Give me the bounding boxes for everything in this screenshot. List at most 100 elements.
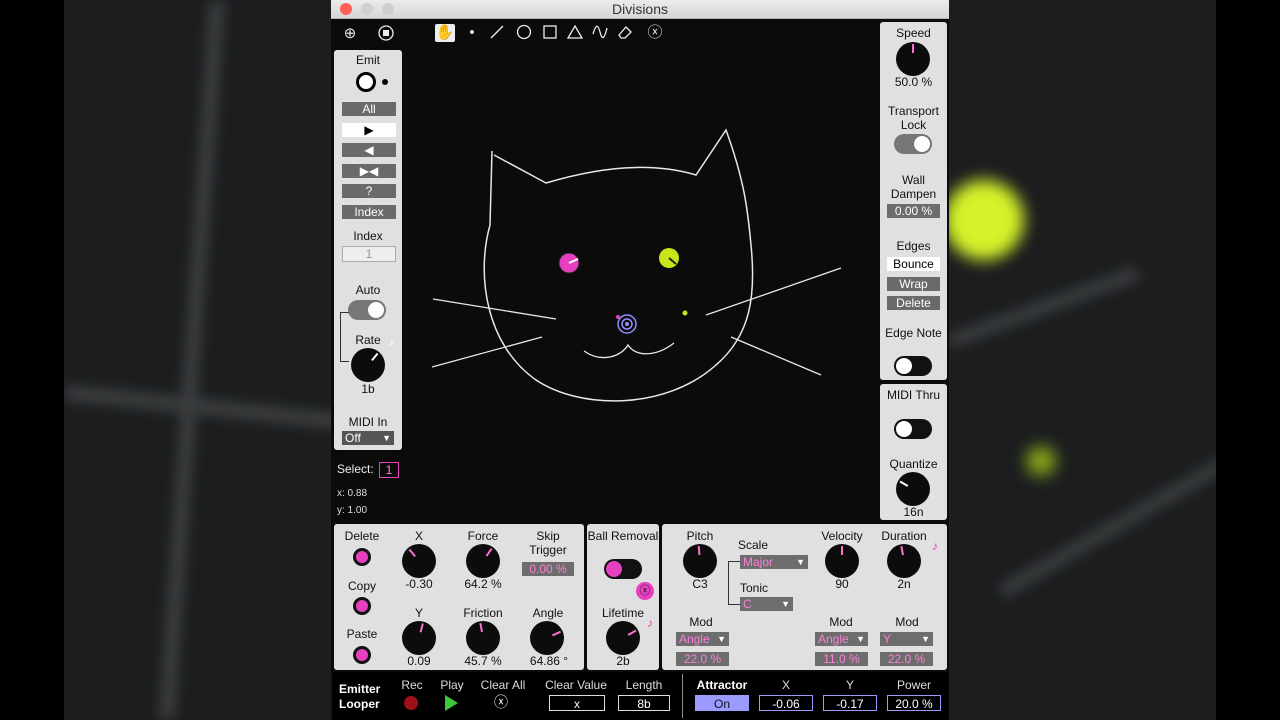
velocity-knob[interactable]	[825, 544, 859, 578]
looper-bar: Emitter Looper Rec Play Clear All ⓧ Clea…	[333, 672, 949, 720]
velocity-mod-menu[interactable]: Angle ▼	[815, 632, 868, 646]
length-field[interactable]: 8b	[618, 695, 670, 711]
ball-panel: Delete Copy Paste X -0.30 Y 0.09 Force 6…	[334, 524, 584, 670]
friction-value: 45.7 %	[464, 654, 502, 668]
mod-label: Mod	[829, 615, 853, 629]
emit-forward-button[interactable]: ▶	[342, 123, 396, 137]
pitch-mod-menu[interactable]: Angle ▼	[676, 632, 729, 646]
global-panel: Speed 50.0 % Transport Lock Wall Dampen …	[880, 22, 947, 380]
mod-label: Mod	[895, 615, 919, 629]
save-icon[interactable]	[376, 25, 396, 46]
paste-button[interactable]	[353, 646, 371, 664]
whisker	[705, 267, 842, 316]
emit-backward-button[interactable]: ◀	[342, 143, 396, 157]
rate-knob[interactable]	[351, 348, 385, 382]
speed-knob[interactable]	[896, 42, 930, 76]
edges-delete-button[interactable]: Delete	[887, 296, 940, 310]
emit-random-button[interactable]: ?	[342, 184, 396, 198]
midi-panel: MIDI Thru Quantize 16n	[880, 384, 947, 520]
duration-knob[interactable]	[887, 544, 921, 578]
ball-removal-label: Ball Removal	[587, 529, 659, 543]
small-ball	[682, 310, 688, 316]
pitch-knob[interactable]	[683, 544, 717, 578]
wall-dampen-label: Wall Dampen	[890, 173, 937, 201]
quantize-knob[interactable]	[896, 472, 930, 506]
emit-pingpong-button[interactable]: ▶◀	[342, 164, 396, 178]
attractor-x-field[interactable]: -0.06	[759, 695, 813, 711]
cat-mouth	[583, 342, 675, 359]
angle-label: Angle	[532, 606, 564, 620]
friction-knob[interactable]	[466, 621, 500, 655]
quantize-label: Quantize	[889, 457, 938, 471]
square-icon[interactable]	[540, 24, 560, 45]
line-icon[interactable]	[487, 24, 507, 45]
edges-wrap-button[interactable]: Wrap	[887, 277, 940, 291]
copy-label: Copy	[347, 579, 376, 593]
power-field[interactable]: 20.0 %	[887, 695, 941, 711]
length-label: Length	[625, 678, 663, 692]
attractor-y-label: Y	[845, 678, 854, 692]
delete-button[interactable]	[353, 548, 371, 566]
record-button[interactable]	[404, 696, 418, 710]
emit-dot-icon	[382, 79, 388, 85]
edge-note-label: Edge Note	[885, 326, 942, 340]
friction-label: Friction	[463, 606, 503, 620]
midi-thru-toggle[interactable]	[894, 419, 932, 439]
eraser-icon[interactable]	[615, 24, 635, 45]
scale-menu[interactable]: Major ▼	[740, 555, 808, 569]
copy-button[interactable]	[353, 597, 371, 615]
force-knob[interactable]	[466, 544, 500, 578]
paste-label: Paste	[346, 627, 378, 641]
wave-icon[interactable]	[590, 24, 610, 45]
wall-dampen-field[interactable]: 0.00 %	[887, 204, 940, 218]
duration-mod-amount[interactable]: 22.0 %	[880, 652, 933, 666]
point-icon[interactable]: •	[462, 24, 482, 42]
attractor-y-field[interactable]: -0.17	[823, 695, 877, 711]
auto-toggle[interactable]	[348, 300, 386, 320]
whisker	[432, 298, 557, 320]
emit-all-button[interactable]: All	[342, 102, 396, 116]
clear-icon[interactable]: ⓧ	[645, 24, 665, 42]
clear-all-icon[interactable]: ⓧ	[493, 694, 509, 710]
play-button[interactable]	[445, 695, 458, 711]
triangle-icon[interactable]	[565, 24, 585, 45]
force-value: 64.2 %	[464, 577, 502, 591]
attractor-toggle[interactable]: On	[695, 695, 749, 711]
x-knob[interactable]	[402, 544, 436, 578]
clear-value-label: Clear Value	[545, 678, 607, 692]
clear-value-field[interactable]: x	[549, 695, 605, 711]
ball-removal-clear-icon[interactable]: ⓧ	[636, 582, 654, 600]
ball-removal-toggle[interactable]	[604, 559, 642, 579]
delete-label: Delete	[344, 529, 380, 543]
transport-lock-toggle[interactable]	[894, 134, 932, 154]
select-field[interactable]: 1	[379, 462, 399, 478]
y-knob[interactable]	[402, 621, 436, 655]
add-icon[interactable]: ⊕	[340, 25, 360, 43]
y-label: Y	[414, 606, 423, 620]
edges-bounce-button[interactable]: Bounce	[887, 257, 940, 271]
angle-knob[interactable]	[530, 621, 564, 655]
index-field[interactable]: 1	[342, 246, 396, 262]
drawing-canvas[interactable]	[406, 45, 876, 465]
emit-button[interactable]	[356, 72, 376, 92]
velocity-mod-amount[interactable]: 11.0 %	[815, 652, 868, 666]
note-panel: Pitch C3 Scale Major ▼ Tonic C ▼ Velocity …	[662, 524, 947, 670]
emit-index-button[interactable]: Index	[342, 205, 396, 219]
tonic-menu[interactable]: C ▼	[740, 597, 793, 611]
edge-note-toggle[interactable]	[894, 356, 932, 376]
midi-in-menu[interactable]: Off ▼	[342, 431, 394, 445]
hand-icon[interactable]: ✋	[435, 24, 455, 42]
lifetime-knob[interactable]	[606, 621, 640, 655]
pitch-mod-amount[interactable]: 22.0 %	[676, 652, 729, 666]
rate-value: 1b	[361, 382, 375, 396]
midi-thru-label: MIDI Thru	[886, 388, 941, 402]
duration-mod-menu[interactable]: Y ▼	[880, 632, 933, 646]
index-label: Index	[353, 229, 383, 243]
circle-icon[interactable]	[514, 24, 534, 45]
y-value: 0.09	[407, 654, 431, 668]
emit-label: Emit	[356, 53, 380, 67]
cat-outline	[483, 128, 754, 402]
skip-trigger-field[interactable]: 0.00 %	[522, 562, 574, 576]
play-label: Play	[440, 678, 464, 692]
x-readout: x: 0.88	[337, 488, 368, 499]
